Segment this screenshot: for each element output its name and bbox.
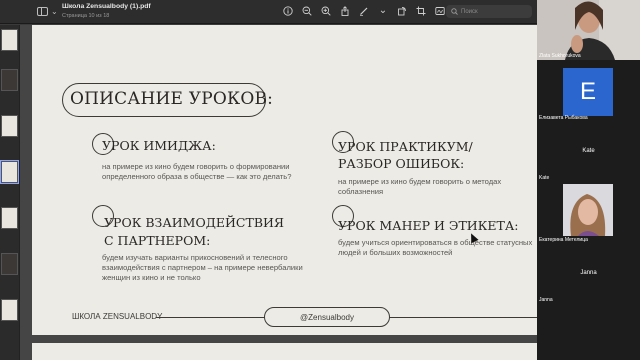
toolbar-tools: ⌄	[282, 5, 465, 17]
participant-name: Zlata Sukhorukova	[539, 53, 581, 59]
lesson-description: будем учиться ориентироваться в обществе…	[338, 238, 533, 257]
screen: ⌄ Школа Zensualbody (1).pdf Страница 10 …	[0, 0, 640, 360]
video-call-panel: Zlata Sukhorukova E Елизавета Рыбакова K…	[537, 0, 640, 360]
participant-tile[interactable]: E Елизавета Рыбакова	[537, 60, 640, 122]
participant-name-center: Janna	[580, 270, 597, 276]
lesson-description: будем изучать варианты прикосновений и т…	[102, 253, 303, 282]
chevron-down-icon[interactable]: ⌄	[51, 7, 58, 16]
participant-tile[interactable]: Janna Janna	[537, 244, 640, 304]
zoom-in-icon[interactable]	[320, 5, 332, 17]
next-page-preview[interactable]	[32, 343, 537, 360]
lesson-heading: УРОК ВЗАИМОДЕЙСТВИЯ	[104, 215, 284, 230]
lesson-heading: УРОК МАНЕР И ЭТИКЕТА:	[338, 218, 519, 233]
lesson-heading: РАЗБОР ОШИБОК:	[338, 156, 465, 171]
pdf-viewer-window: ⌄ Школа Zensualbody (1).pdf Страница 10 …	[0, 0, 537, 360]
participant-name-center: Kate	[582, 148, 595, 154]
participant-tile[interactable]: Екатерина Метелица	[537, 182, 640, 244]
page-thumbnail[interactable]	[1, 69, 18, 91]
sign-icon[interactable]	[434, 5, 446, 17]
pen-icon[interactable]	[358, 5, 370, 17]
page-thumbnail[interactable]	[1, 253, 18, 275]
participant-name: Janna	[539, 297, 553, 303]
footer-handle: @Zensualbody	[264, 307, 390, 327]
document-title: Школа Zensualbody (1).pdf	[62, 3, 151, 10]
slide-page: ОПИСАНИЕ УРОКОВ: УРОК ИМИДЖА: на примере…	[32, 25, 537, 335]
participant-name: Елизавета Рыбакова	[539, 115, 588, 121]
document-page-area[interactable]: ОПИСАНИЕ УРОКОВ: УРОК ИМИДЖА: на примере…	[20, 25, 537, 360]
search-placeholder: Поиск	[461, 8, 478, 15]
participant-name: Екатерина Метелица	[539, 237, 588, 243]
thumbnail-sidebar[interactable]	[0, 25, 20, 360]
crop-icon[interactable]	[415, 5, 427, 17]
chevron-down-icon[interactable]: ⌄	[377, 5, 389, 17]
share-icon[interactable]	[339, 5, 351, 17]
footer-school-name: ШКОЛА ZENSUALBODY	[72, 312, 163, 321]
participant-video	[537, 182, 640, 244]
participant-tile[interactable]: Zlata Sukhorukova	[537, 0, 640, 60]
search-icon	[451, 8, 458, 15]
page-thumbnail[interactable]	[1, 115, 18, 137]
participant-avatar: E	[563, 68, 613, 116]
participant-video	[537, 0, 640, 60]
participant-tile[interactable]: Kate Kate	[537, 122, 640, 182]
lesson-heading: УРОК ИМИДЖА:	[102, 138, 216, 153]
lesson-heading: УРОК ПРАКТИКУМ/	[338, 139, 473, 154]
lesson-heading: С ПАРТНЕРОМ:	[104, 233, 211, 248]
viewer-toolbar: ⌄ Школа Zensualbody (1).pdf Страница 10 …	[0, 0, 537, 24]
page-indicator: Страница 10 из 18	[62, 13, 110, 19]
info-icon[interactable]	[282, 5, 294, 17]
page-thumbnail-selected[interactable]	[0, 160, 19, 184]
search-field[interactable]: Поиск	[446, 5, 532, 18]
lesson-description: на примере из кино будем говорить о мето…	[338, 177, 502, 196]
participant-name: Kate	[539, 175, 550, 181]
page-thumbnail[interactable]	[1, 29, 18, 51]
slide-title: ОПИСАНИЕ УРОКОВ:	[70, 89, 274, 109]
lesson-description: на примере из кино будем говорить о форм…	[102, 162, 292, 181]
zoom-out-icon[interactable]	[301, 5, 313, 17]
page-thumbnail[interactable]	[1, 207, 18, 229]
footer-handle-text: @Zensualbody	[300, 312, 354, 322]
rotate-icon[interactable]	[396, 5, 408, 17]
page-thumbnail[interactable]	[1, 299, 18, 321]
sidebar-toggle-icon[interactable]	[37, 7, 48, 16]
